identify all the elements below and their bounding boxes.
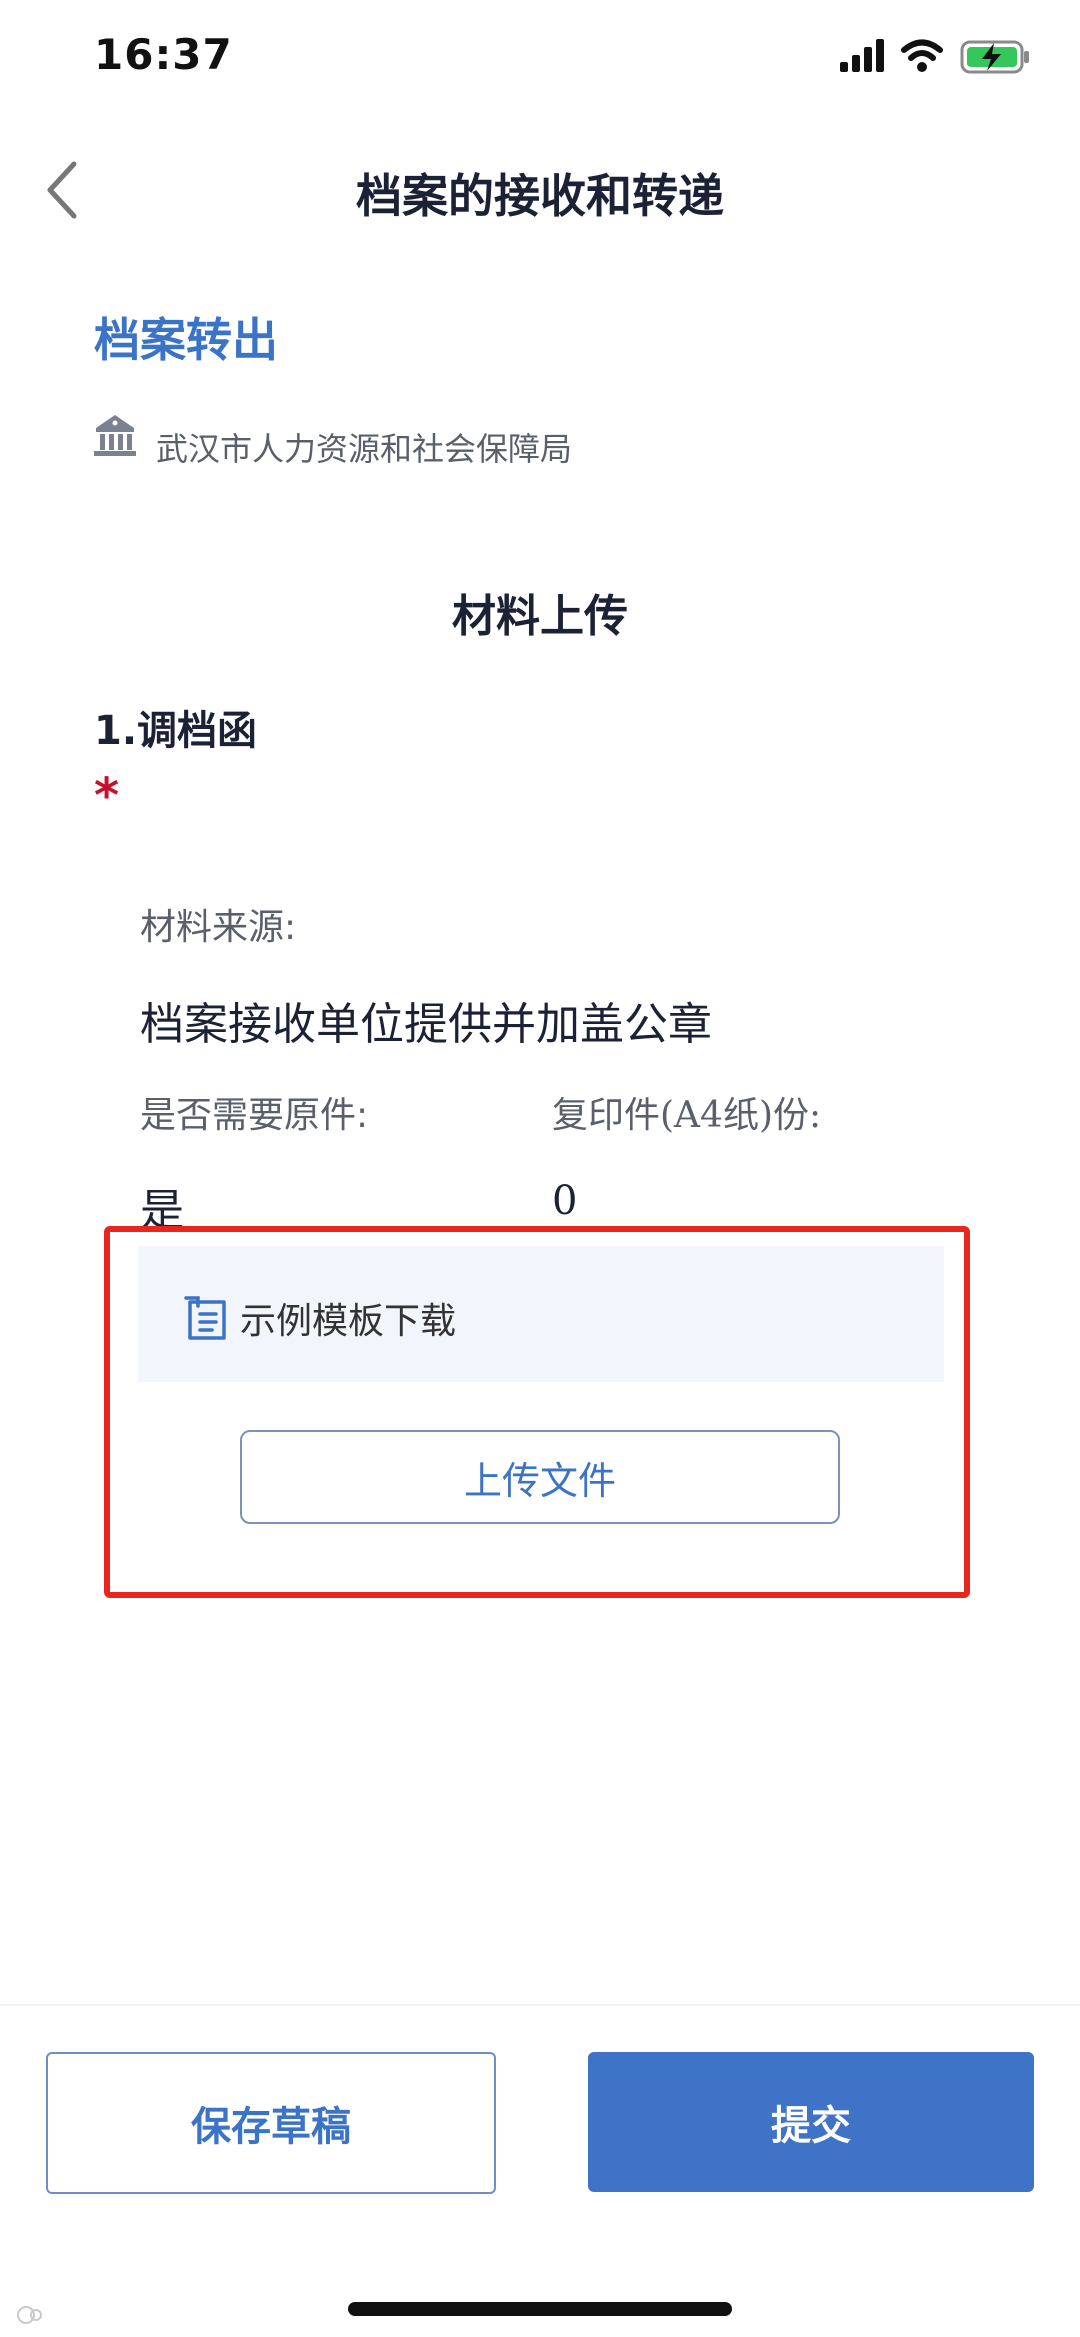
status-icons	[840, 36, 1040, 76]
source-label: 材料来源:	[140, 907, 297, 948]
home-indicator	[348, 2302, 732, 2316]
original-required-label: 是否需要原件:	[140, 1095, 369, 1136]
signal-icon	[840, 39, 884, 72]
watermark	[14, 2300, 144, 2336]
copies-label: 复印件(A4纸)份:	[552, 1095, 822, 1136]
building-icon	[92, 412, 138, 458]
source-value: 档案接收单位提供并加盖公章	[140, 999, 712, 1050]
copies-value: 0	[552, 1178, 578, 1224]
submit-button[interactable]: 提交	[588, 2052, 1034, 2192]
battery-charging-icon	[960, 40, 1029, 74]
highlight-box	[104, 1226, 970, 1598]
org-name: 武汉市人力资源和社会保障局	[156, 430, 573, 468]
material-item-title: 1.调档函	[94, 708, 258, 754]
wifi-icon	[901, 39, 943, 72]
materials-heading: 材料上传	[452, 591, 628, 642]
save-draft-button[interactable]: 保存草稿	[46, 2052, 496, 2194]
section-title: 档案转出	[94, 313, 278, 367]
required-mark: *	[94, 768, 120, 824]
page-title: 档案的接收和转递	[356, 169, 724, 223]
status-time: 16:37	[94, 30, 233, 79]
footer-divider	[0, 2004, 1080, 2006]
